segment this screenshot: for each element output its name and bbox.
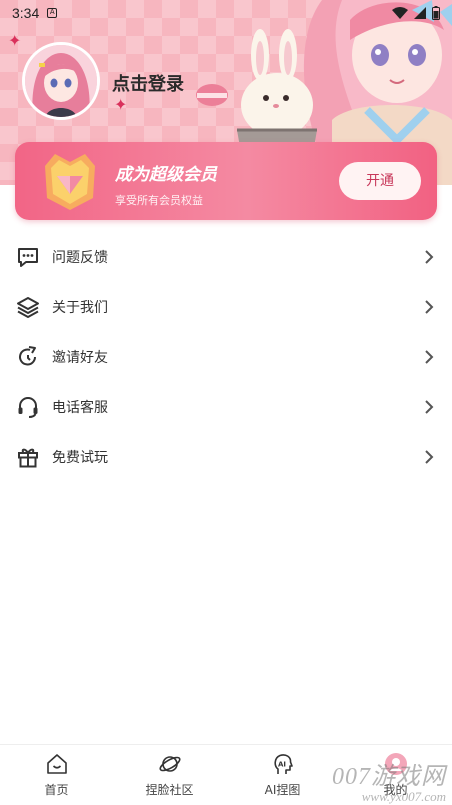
vip-subtitle: 享受所有会员权益 [115, 194, 203, 207]
watermark-url: www.yx007.com [361, 789, 446, 804]
ai-icon: AI [270, 751, 296, 777]
menu-item-phone-support[interactable]: 电话客服 [0, 382, 452, 432]
menu-item-about[interactable]: 关于我们 [0, 282, 452, 332]
planet-icon [157, 751, 183, 777]
menu-item-label: 关于我们 [52, 300, 108, 316]
vip-banner[interactable]: 成为超级会员 享受所有会员权益 开通 [15, 142, 437, 220]
nav-label: 捏脸社区 [145, 783, 194, 797]
feedback-icon [16, 245, 40, 269]
chevron-right-icon [422, 450, 436, 464]
menu-item-label: 邀请好友 [52, 350, 108, 366]
watermark-title: 007游戏网 [332, 764, 446, 790]
chevron-right-icon [422, 300, 436, 314]
wifi-icon [392, 7, 408, 19]
login-link[interactable]: 点击登录 [112, 70, 184, 96]
nav-ai-create[interactable]: AI AI捏图 [226, 745, 339, 805]
menu-item-label: 免费试玩 [52, 450, 108, 466]
status-indicators [392, 6, 440, 20]
gift-icon [16, 445, 40, 469]
ai-icon-text: AI [278, 761, 286, 769]
chevron-right-icon [422, 250, 436, 264]
sparkle-icon: ✦ [8, 31, 22, 50]
open-vip-button[interactable]: 开通 [339, 162, 421, 200]
menu-item-label: 问题反馈 [52, 250, 108, 266]
chevron-right-icon [422, 400, 436, 414]
nav-community[interactable]: 捏脸社区 [113, 745, 226, 805]
status-bar: 3:34 A [0, 0, 452, 26]
vip-title: 成为超级会员 [115, 165, 217, 185]
refresh-icon [16, 345, 40, 369]
vip-crown-icon [45, 154, 95, 210]
battery-icon [432, 6, 440, 20]
avatar[interactable] [22, 42, 100, 120]
signal-icon [414, 7, 426, 19]
menu-item-feedback[interactable]: 问题反馈 [0, 232, 452, 282]
menu-item-invite[interactable]: 邀请好友 [0, 332, 452, 382]
home-icon [44, 751, 70, 777]
settings-menu: 问题反馈 关于我们 邀请好友 电话客服 免费试玩 [0, 232, 452, 482]
headset-icon [16, 395, 40, 419]
sparkle-icon: ✦ [114, 95, 128, 114]
chevron-right-icon [422, 350, 436, 364]
layers-icon [16, 295, 40, 319]
nav-label: AI捏图 [264, 783, 301, 797]
avatar-image [25, 45, 97, 117]
watermark: 007游戏网 www.yx007.com [332, 756, 446, 805]
status-time: 3:34 [12, 5, 40, 21]
menu-item-label: 电话客服 [52, 400, 108, 416]
nav-home[interactable]: 首页 [0, 745, 113, 805]
notification-icon: A [47, 8, 58, 18]
menu-item-free-trial[interactable]: 免费试玩 [0, 432, 452, 482]
nav-label: 首页 [44, 783, 69, 797]
